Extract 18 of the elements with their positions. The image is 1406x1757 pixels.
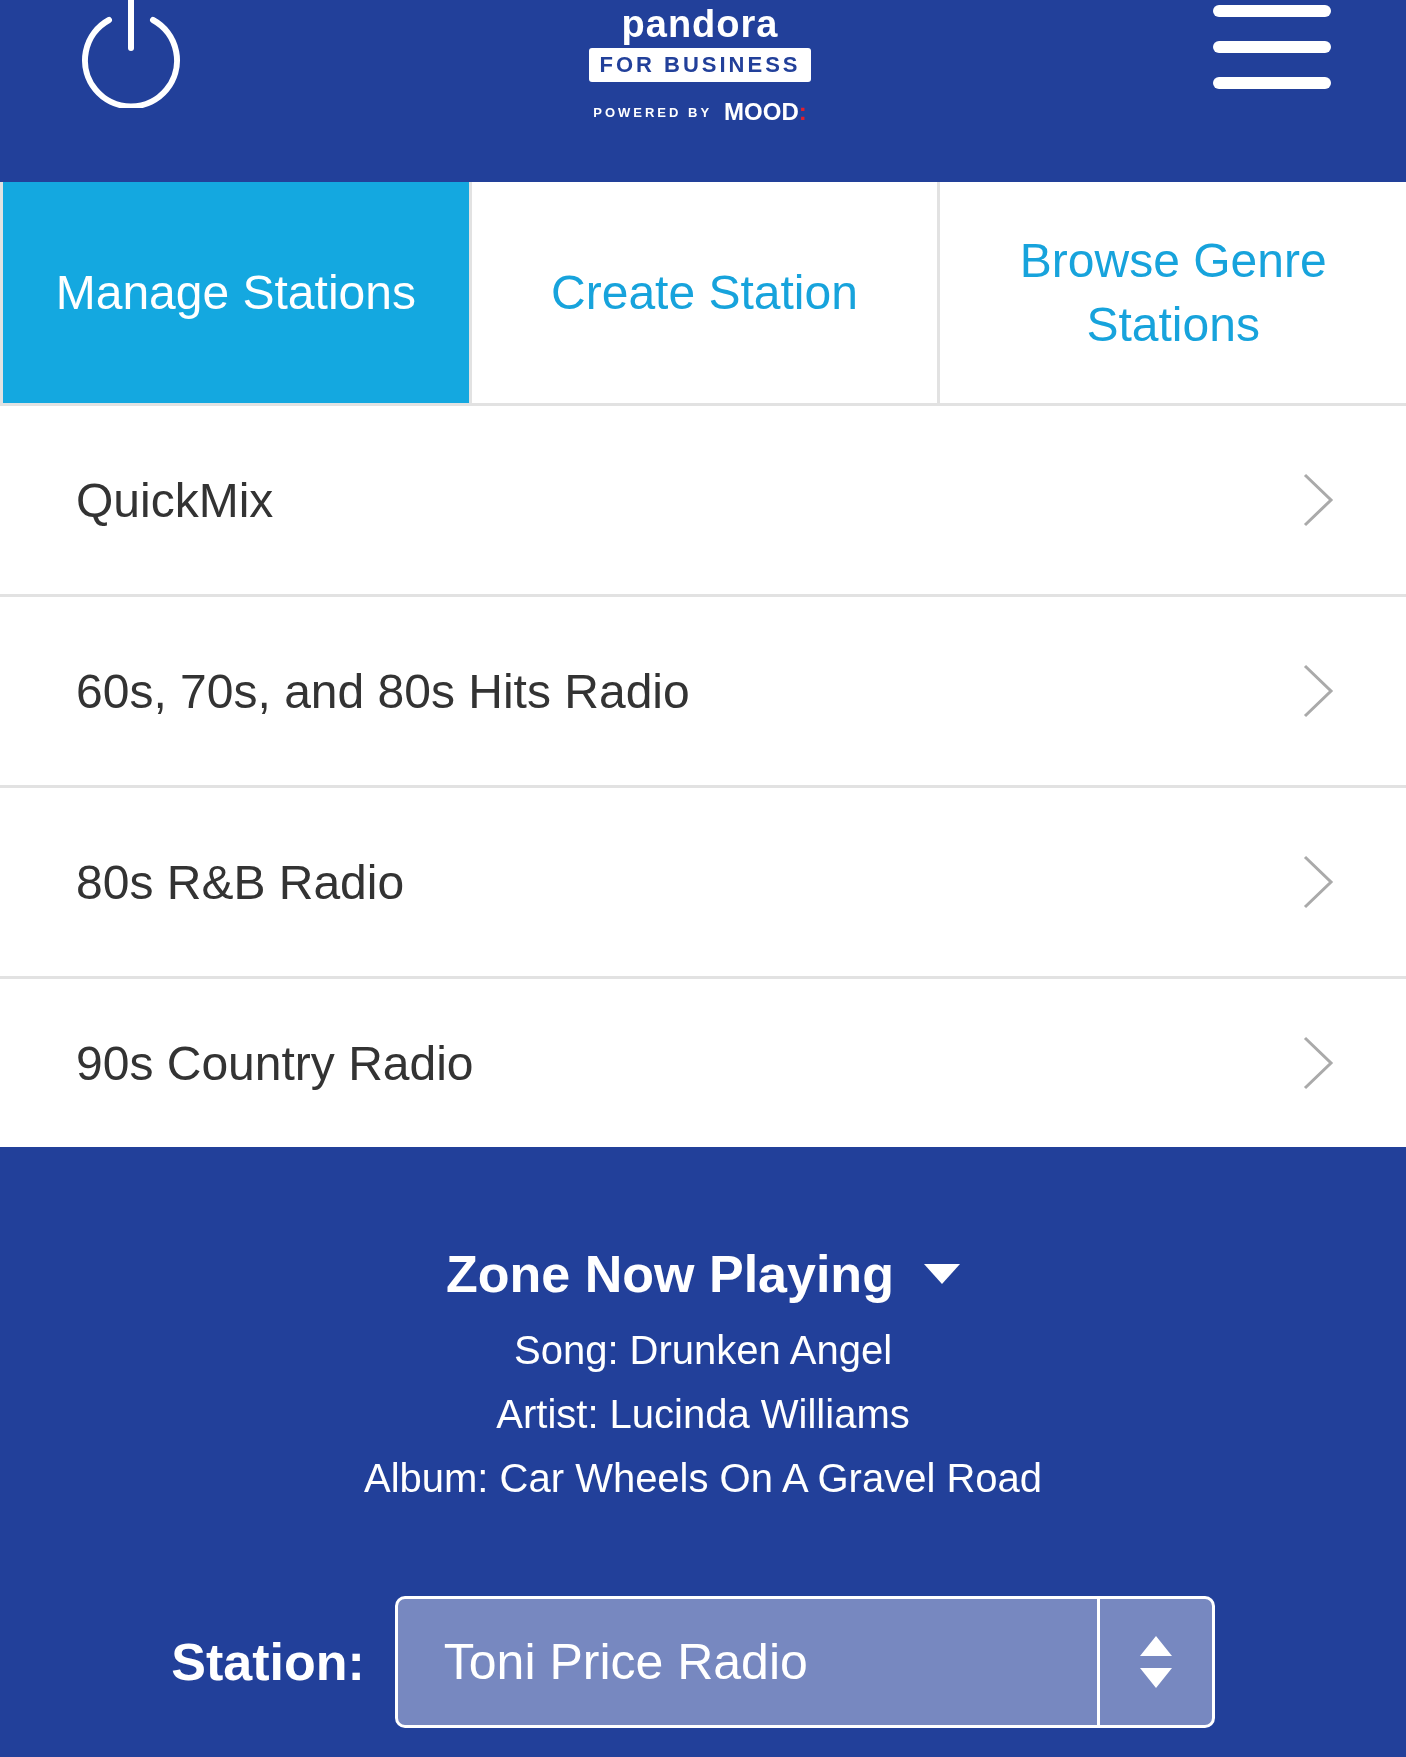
station-label: Station:	[171, 1632, 365, 1692]
business-badge: FOR BUSINESS	[589, 48, 811, 82]
section-title: Zone Now Playing	[446, 1244, 894, 1304]
station-name: 80s R&B Radio	[76, 854, 405, 910]
station-name: 90s Country Radio	[76, 1035, 474, 1091]
track-info-text: Artist: Lucinda Williams	[495, 1391, 911, 1438]
brand-text: MOOD	[724, 98, 799, 126]
chevron-right-icon	[1302, 854, 1334, 910]
menu-icon[interactable]	[1213, 5, 1331, 89]
track-info-text: Song: Drunken Angel	[512, 1327, 893, 1374]
chevron-right-icon	[1302, 663, 1334, 719]
brand-mark: :	[798, 98, 807, 126]
powered-by-text: POWERED BY	[593, 104, 713, 120]
station-name: QuickMix	[76, 472, 274, 528]
station-name: 60s, 70s, and 80s Hits Radio	[76, 663, 690, 719]
track-info-text: Album: Car Wheels On A Gravel Road	[363, 1455, 1043, 1502]
logo-text: pandora	[621, 2, 779, 46]
chevron-right-icon	[1302, 472, 1334, 528]
